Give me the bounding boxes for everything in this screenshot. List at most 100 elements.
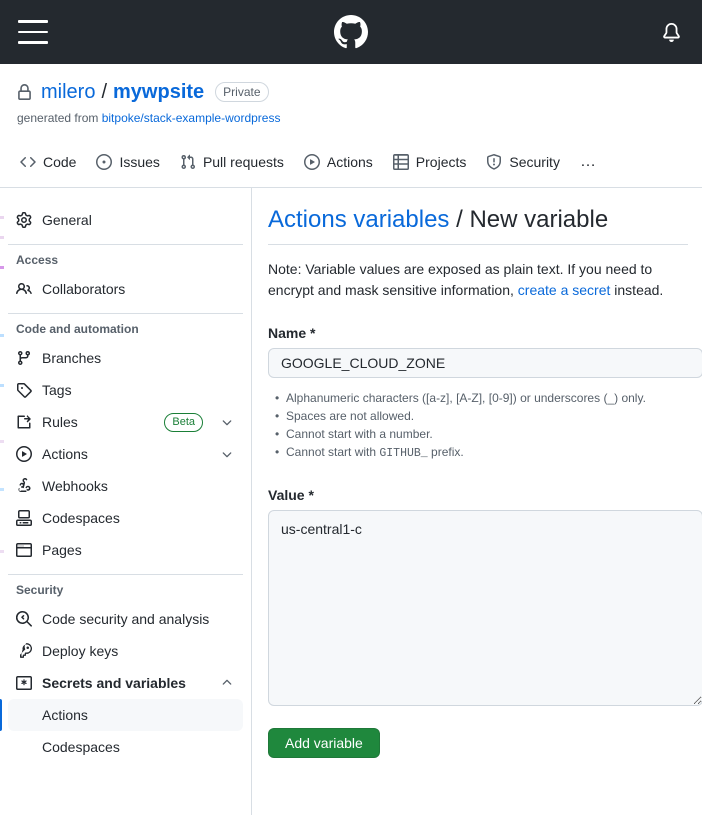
issue-opened-icon [96, 154, 113, 170]
name-rules-list: Alphanumeric characters ([a-z], [A-Z], [… [268, 389, 688, 463]
sidebar-item-deploy-keys[interactable]: Deploy keys [8, 635, 243, 667]
sidebar-item-actions[interactable]: Actions [8, 438, 243, 470]
sidebar-item-codespaces[interactable]: Codespaces [8, 502, 243, 534]
repo-nav-issues-label: Issues [119, 154, 160, 170]
code-icon [20, 154, 36, 170]
repository-title-row: milero / mywpsite Private [16, 80, 686, 104]
sidebar-item-collaborators-label: Collaborators [42, 281, 126, 297]
global-header [0, 0, 702, 64]
name-rule-suffix: prefix. [427, 445, 464, 460]
repo-nav-pull-requests[interactable]: Pull requests [170, 148, 294, 176]
hamburger-line [18, 30, 48, 34]
name-rule-item: Cannot start with a number. [275, 425, 688, 443]
name-rule-item: Cannot start with GITHUB_ prefix. [275, 443, 688, 463]
repo-nav-code[interactable]: Code [10, 148, 86, 176]
sidebar-item-webhooks-label: Webhooks [42, 478, 108, 494]
play-icon [303, 154, 320, 170]
variable-name-input[interactable] [268, 348, 702, 379]
codespaces-icon [16, 510, 32, 526]
tag-icon [16, 382, 32, 398]
sidebar-item-collaborators[interactable]: Collaborators [8, 273, 243, 305]
sidebar-item-codespaces-label: Codespaces [42, 510, 120, 526]
sidebar-item-tags[interactable]: Tags [8, 374, 243, 406]
generated-from-text: generated from bitpoke/stack-example-wor… [16, 111, 686, 125]
play-icon [16, 446, 32, 462]
sidebar-item-code-security-and-analysis[interactable]: Code security and analysis [8, 603, 243, 635]
chevron-up-icon[interactable] [219, 675, 235, 691]
generated-from-prefix: generated from [17, 111, 102, 125]
name-field-label: Name * [268, 325, 316, 342]
repo-nav-issues[interactable]: Issues [86, 148, 169, 176]
repo-nav-security-label: Security [509, 154, 560, 170]
repo-nav-projects-label: Projects [415, 154, 467, 170]
sidebar-item-secrets-actions[interactable]: Actions [0, 699, 243, 731]
name-rule-prefix: Cannot start with [286, 445, 380, 460]
rules-beta-badge: Beta [164, 412, 203, 432]
notifications-bell-icon[interactable] [658, 19, 684, 45]
sidebar-section-access-title: Access [16, 253, 59, 267]
sidebar-item-rules-label: Rules [42, 414, 78, 430]
name-rule-item: Spaces are not allowed. [275, 407, 688, 425]
sidebar-item-branches[interactable]: Branches [8, 342, 243, 374]
note-text-part2: instead. [610, 282, 664, 299]
page-title: Actions variables / New variable [268, 204, 688, 246]
github-logo-icon[interactable] [334, 15, 368, 49]
repo-visibility-badge: Private [215, 82, 269, 102]
people-icon [16, 281, 32, 297]
table-icon [392, 154, 409, 170]
sidebar-item-secrets-actions-label: Actions [42, 707, 88, 723]
sidebar-item-rules[interactable]: Rules Beta [8, 406, 243, 438]
main-content: Actions variables / New variable Note: V… [252, 188, 702, 815]
gear-icon [16, 212, 32, 228]
hamburger-menu-icon[interactable] [18, 20, 48, 44]
github-prefix-code: GITHUB_ [379, 447, 428, 461]
key-icon [16, 643, 32, 659]
sidebar-divider [8, 574, 243, 575]
chevron-down-icon[interactable] [219, 446, 235, 462]
repo-nav-security[interactable]: Security [476, 148, 570, 176]
create-a-secret-link[interactable]: create a secret [518, 282, 611, 298]
variable-value-textarea[interactable] [268, 510, 702, 707]
sidebar-section-code-automation-title: Code and automation [16, 322, 139, 336]
sidebar-item-general[interactable]: General [8, 204, 243, 236]
repo-path-separator: / [101, 81, 108, 103]
plain-text-note: Note: Variable values are exposed as pla… [268, 259, 688, 301]
repo-nav-actions[interactable]: Actions [294, 148, 383, 176]
repo-nav-pull-requests-label: Pull requests [202, 154, 284, 170]
sidebar-item-webhooks[interactable]: Webhooks [8, 470, 243, 502]
sidebar-divider [8, 313, 243, 314]
sidebar-item-secrets-codespaces-label: Codespaces [42, 739, 120, 755]
actions-variables-link[interactable]: Actions variables [268, 206, 449, 233]
sidebar-item-secrets-and-variables[interactable]: Secrets and variables [8, 667, 243, 699]
sidebar-item-secrets-and-variables-label: Secrets and variables [42, 675, 186, 691]
sidebar-item-branches-label: Branches [42, 350, 102, 366]
settings-body: General Access Collaborators Code and au… [0, 188, 702, 815]
sidebar-item-deploy-keys-label: Deploy keys [42, 643, 119, 659]
codescan-icon [16, 611, 32, 627]
repo-nav-actions-label: Actions [326, 154, 373, 170]
sidebar-item-pages-label: Pages [42, 542, 82, 558]
template-repo-link[interactable]: bitpoke/stack-example-wordpress [102, 111, 281, 125]
repo-name-link[interactable]: mywpsite [113, 80, 204, 104]
asterisk-key-icon [16, 675, 32, 691]
repo-owner-link[interactable]: milero [41, 80, 95, 104]
repo-nav-overflow-button[interactable]: … [570, 147, 607, 177]
repository-nav: Code Issues Pull requests Actions Projec… [0, 137, 702, 188]
settings-sidebar: General Access Collaborators Code and au… [0, 188, 252, 815]
sidebar-item-general-label: General [42, 212, 92, 228]
git-pull-request-icon [180, 154, 196, 170]
sidebar-item-secrets-codespaces[interactable]: Codespaces [8, 731, 243, 763]
hamburger-line [18, 20, 48, 23]
git-branch-icon [16, 350, 32, 366]
value-field-label: Value * [268, 487, 314, 504]
rules-icon [16, 414, 32, 430]
sidebar-item-code-security-label: Code security and analysis [42, 611, 210, 627]
sidebar-item-pages[interactable]: Pages [8, 534, 243, 566]
browser-icon [16, 542, 32, 558]
repo-nav-projects[interactable]: Projects [383, 148, 477, 176]
lock-icon [16, 83, 33, 101]
sidebar-section-security-title: Security [16, 583, 64, 597]
repo-nav-code-label: Code [43, 154, 77, 170]
add-variable-button[interactable]: Add variable [268, 728, 380, 759]
chevron-down-icon[interactable] [219, 414, 235, 430]
